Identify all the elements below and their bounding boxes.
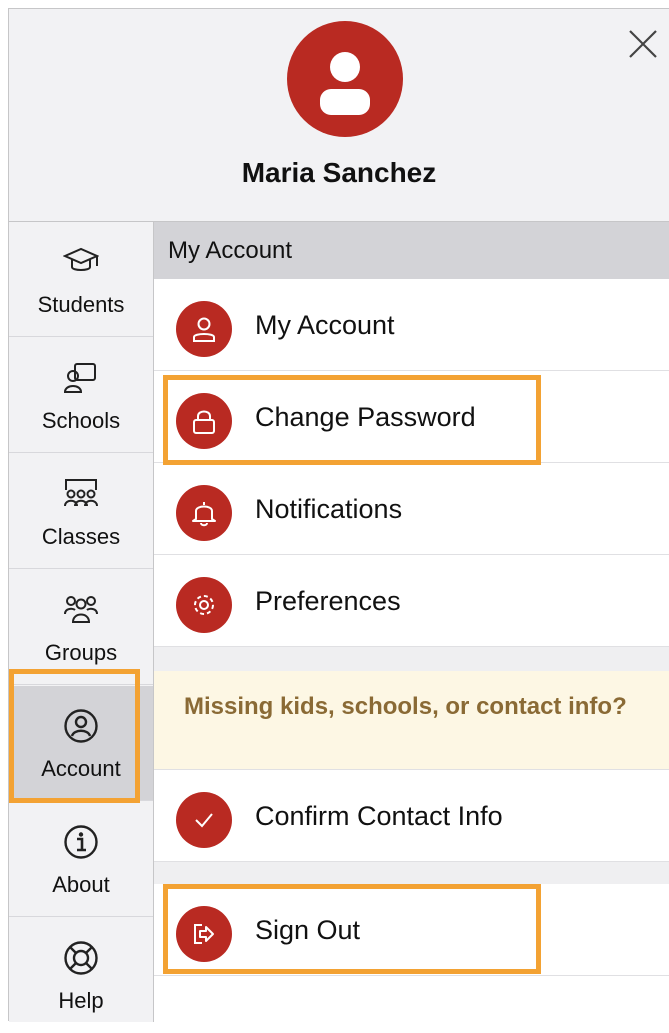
graduation-cap-icon [63, 247, 99, 271]
menu-item-confirm-contact[interactable]: Confirm Contact Info [154, 770, 669, 862]
lifebuoy-icon [64, 941, 98, 975]
sidebar-item-schools[interactable]: Schools [9, 338, 153, 453]
school-icon [63, 363, 96, 393]
account-highlight-box [9, 669, 140, 803]
menu-item-label: Notifications [255, 494, 403, 524]
sidebar-item-students[interactable]: Students [9, 222, 153, 337]
classroom-icon [64, 479, 98, 507]
info-icon [64, 825, 98, 859]
groups-icon [64, 596, 98, 623]
sidebar-item-label: Classes [41, 524, 121, 549]
sidebar-item-label: Groups [44, 640, 118, 665]
sidebar-item-label: About [52, 872, 110, 897]
gear-icon [194, 595, 214, 615]
section-title: My Account [154, 222, 669, 279]
missing-info-banner[interactable]: Missing kids, schools, or contact info? [154, 671, 669, 770]
sidebar-item-label: Students [37, 292, 125, 317]
menu-item-my-account[interactable]: My Account [154, 279, 669, 371]
section-gap [154, 647, 669, 671]
change-password-highlight-box [163, 375, 541, 465]
circle-badge [176, 792, 232, 848]
menu-item-label: My Account [255, 310, 395, 340]
section-gap [154, 862, 669, 884]
sidebar-nav: Students Schools Classes Groups Account … [9, 222, 154, 1022]
user-name: Maria Sanchez [241, 157, 437, 188]
person-icon [193, 317, 215, 342]
account-menu-panel: Maria Sanchez Students Schools Classes G… [8, 8, 669, 1022]
sign-out-highlight-box [163, 884, 541, 974]
avatar [287, 21, 403, 137]
circle-badge [176, 301, 232, 357]
sidebar-item-about[interactable]: About [9, 802, 153, 917]
sidebar-item-groups[interactable]: Groups [9, 570, 153, 685]
person-icon [320, 52, 370, 115]
sidebar-item-label: Schools [41, 408, 121, 433]
menu-item-notifications[interactable]: Notifications [154, 463, 669, 555]
sidebar-item-label: Help [58, 988, 104, 1013]
menu-item-preferences[interactable]: Preferences [154, 555, 669, 647]
checkmark-icon [195, 813, 213, 828]
menu-item-label: Confirm Contact Info [255, 801, 503, 831]
close-icon [629, 30, 657, 58]
close-button[interactable] [626, 27, 660, 61]
bell-icon [192, 502, 216, 527]
circle-badge [176, 485, 232, 541]
menu-item-label: Preferences [255, 586, 401, 616]
sidebar-item-classes[interactable]: Classes [9, 454, 153, 569]
circle-badge [176, 577, 232, 633]
profile-header: Maria Sanchez [9, 9, 669, 222]
sidebar-item-help[interactable]: Help [9, 918, 153, 1033]
